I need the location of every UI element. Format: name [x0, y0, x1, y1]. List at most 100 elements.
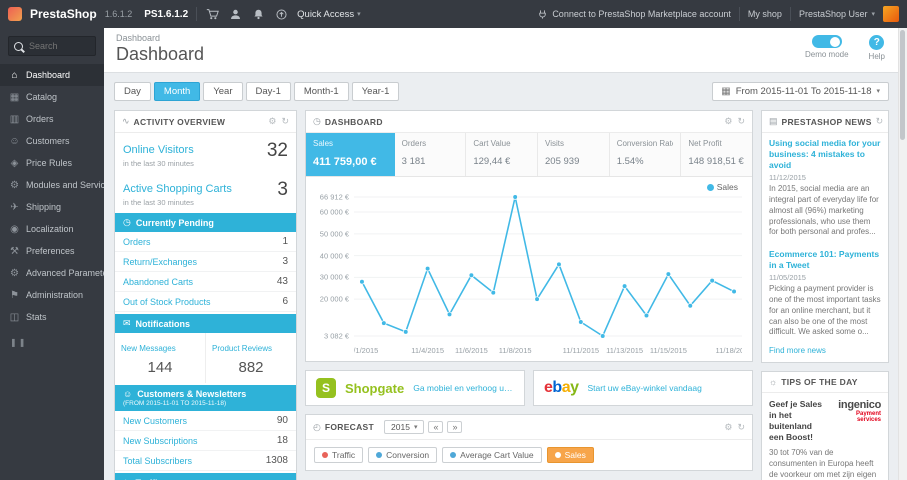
panel-settings-icon[interactable]: ⚙ — [724, 116, 732, 127]
forecast-toggle-sales[interactable]: Sales — [546, 447, 594, 463]
scrollbar-thumb[interactable] — [900, 30, 905, 140]
sidebar-item-catalog[interactable]: ▦ Catalog — [0, 86, 104, 108]
user-avatar[interactable] — [883, 6, 899, 22]
date-range-picker[interactable]: ▦ From 2015-11-01 To 2015-11-18 ▾ — [712, 81, 889, 101]
page-title: Dashboard — [116, 44, 205, 64]
find-more-news-link[interactable]: Find more news — [762, 344, 888, 362]
version-label: 1.6.1.2 — [104, 9, 133, 19]
active-carts-link[interactable]: Active Shopping Carts — [123, 183, 232, 195]
breadcrumb: Dashboard — [116, 33, 161, 43]
customers-link-new-subscriptions[interactable]: New Subscriptions — [123, 436, 198, 446]
news-article-body: In 2015, social media are an integral pa… — [769, 184, 879, 237]
product-reviews-link[interactable]: Product Reviews — [212, 344, 272, 353]
collapse-sidebar-button[interactable]: ❚❚ — [0, 328, 104, 357]
legend-dot-icon — [376, 452, 383, 458]
sidebar-item-modules-and-services[interactable]: ⚙Modules and Services — [0, 174, 104, 196]
sidebar-item-dashboard[interactable]: ⌂ Dashboard — [0, 64, 104, 86]
tips-of-the-day-panel: ☼ Tips of the day Geef je Sales in het b… — [761, 371, 889, 480]
cart-icon[interactable] — [205, 7, 220, 22]
chevron-down-icon: ▾ — [871, 11, 875, 18]
shopgate-promo-link[interactable]: Ga mobiel en verhoog uw omzet — [413, 383, 514, 393]
calendar-icon: ▦ — [721, 85, 731, 97]
ingenico-logo: ingenico Payment services — [838, 399, 881, 424]
panel-settings-icon[interactable]: ⚙ — [724, 422, 732, 433]
panel-refresh-icon[interactable]: ↻ — [737, 422, 745, 433]
panel-settings-icon[interactable]: ⚙ — [268, 116, 276, 127]
sidebar-item-customers[interactable]: ☺ Customers — [0, 130, 104, 152]
forecast-year-select[interactable]: 2015 ▾ — [384, 420, 425, 434]
legend-dot-icon — [554, 452, 561, 458]
sales-line-chart — [354, 194, 742, 339]
customers-link-total-subscribers[interactable]: Total Subscribers — [123, 456, 192, 466]
forecast-toggle-conversion[interactable]: Conversion — [368, 447, 438, 463]
notifications-bell-icon[interactable] — [251, 7, 266, 22]
activity-panel-title: Activity overview — [133, 116, 226, 127]
customers-row-new-subscriptions: New Subscriptions 18 — [115, 431, 296, 451]
forecast-toggle-average-cart-value[interactable]: Average Cart Value — [442, 447, 542, 463]
advanced-icon: ⚙ — [10, 267, 19, 279]
shop-name[interactable]: PS1.6.1.2 — [144, 9, 188, 20]
range-button-year-1[interactable]: Year-1 — [351, 82, 400, 101]
customers-value-new-customers: 90 — [276, 415, 288, 426]
help-icon[interactable]: ? — [869, 35, 885, 50]
sidebar-item-orders[interactable]: ▥ Orders — [0, 108, 104, 130]
sidebar-item-shipping[interactable]: ✈ Shipping — [0, 196, 104, 218]
gauge-icon: ◷ — [313, 116, 321, 126]
news-article-body: Picking a payment provider is one of the… — [769, 284, 881, 337]
kpi-sales[interactable]: Sales 411 759,00 € — [306, 133, 395, 176]
forecast-next-button[interactable]: » — [447, 421, 463, 433]
tips-headline: Geef je Sales in het buitenland een Boos… — [769, 399, 822, 443]
forecast-toggle-traffic[interactable]: Traffic — [314, 447, 364, 463]
employee-icon[interactable] — [228, 7, 243, 22]
pending-link-return-exchanges[interactable]: Return/Exchanges — [123, 257, 197, 267]
sidebar-item-localization[interactable]: ◉ Localization — [0, 218, 104, 240]
kpi-orders[interactable]: Orders 3 181 — [395, 133, 467, 176]
panel-refresh-icon[interactable]: ↻ — [281, 116, 289, 127]
my-shop-link[interactable]: My shop — [748, 9, 782, 19]
ebay-promo-link[interactable]: Start uw eBay-winkel vandaag — [588, 383, 702, 393]
sidebar-item-advanced-parameters[interactable]: ⚙Advanced Parameters — [0, 262, 104, 284]
quick-access-menu[interactable]: Quick Access ▾ — [297, 9, 361, 20]
kpi-value: 1.54% — [616, 156, 644, 167]
kpi-visits[interactable]: Visits 205 939 — [538, 133, 610, 176]
news-article-title[interactable]: Ecommerce 101: Payments in a Tweet — [769, 249, 881, 271]
panel-refresh-icon[interactable]: ↻ — [876, 116, 884, 127]
clock-icon: ◷ — [123, 217, 131, 227]
news-article-title[interactable]: Using social media for your business: 4 … — [769, 138, 881, 171]
shipping-icon: ✈ — [10, 201, 19, 213]
panel-refresh-icon[interactable]: ↻ — [737, 116, 745, 127]
pending-link-out-of-stock-products[interactable]: Out of Stock Products — [123, 297, 211, 307]
customers-link-new-customers[interactable]: New Customers — [123, 416, 187, 426]
new-messages-link[interactable]: New Messages — [121, 344, 176, 353]
kpi-cart-value[interactable]: Cart Value 129,44 € — [466, 133, 539, 176]
marketplace-link[interactable]: Connect to PrestaShop Marketplace accoun… — [537, 9, 731, 20]
pending-link-orders[interactable]: Orders — [123, 237, 151, 247]
sidebar-item-administration[interactable]: ⚑ Administration — [0, 284, 104, 306]
kpi-conversion-rate[interactable]: Conversion Rate 1.54% — [610, 133, 682, 176]
range-button-year[interactable]: Year — [203, 82, 243, 101]
chevron-down-icon: ▾ — [876, 88, 880, 95]
pending-link-abandoned-carts[interactable]: Abandoned Carts — [123, 277, 193, 287]
user-menu[interactable]: PrestaShop User ▾ — [799, 9, 875, 19]
customers-newsletters-header: ☺ Customers & Newsletters (FROM 2015-11-… — [115, 385, 296, 411]
localization-icon: ◉ — [10, 223, 19, 235]
sidebar-item-price-rules[interactable]: ◈ Price Rules — [0, 152, 104, 174]
search-input[interactable] — [27, 40, 90, 52]
kpi-net-profit[interactable]: Net Profit 148 918,51 € — [681, 133, 752, 176]
updates-icon[interactable] — [274, 7, 289, 22]
kpi-label: Visits — [545, 139, 564, 148]
forecast-prev-button[interactable]: « — [428, 421, 444, 433]
promo-shopgate: S Shopgate Ga mobiel en verhoog uw omzet — [305, 370, 525, 406]
sidebar-item-preferences[interactable]: ⚒ Preferences — [0, 240, 104, 262]
range-button-month[interactable]: Month — [153, 82, 201, 101]
sidebar-item-stats[interactable]: ◫ Stats — [0, 306, 104, 328]
online-visitors-link[interactable]: Online Visitors — [123, 144, 194, 156]
range-button-month-1[interactable]: Month-1 — [293, 82, 349, 101]
demo-mode-toggle[interactable] — [811, 35, 842, 48]
range-button-day-1[interactable]: Day-1 — [245, 82, 291, 101]
product-reviews-value: 882 — [238, 359, 264, 376]
admin-icon: ⚑ — [10, 289, 19, 301]
sidebar-menu: ⌂ Dashboard ▦ Catalog ▥ Orders ☺ Customers ◈ Pric… — [0, 64, 104, 328]
y-tick: 20 000 € — [319, 294, 349, 304]
range-button-day[interactable]: Day — [114, 82, 151, 101]
